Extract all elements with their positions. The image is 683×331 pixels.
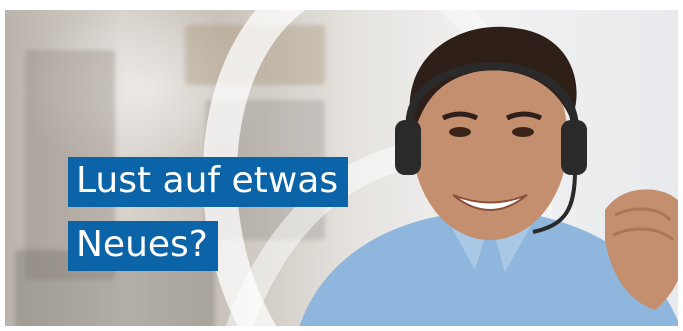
headline-line-2: Neues? bbox=[68, 221, 218, 271]
recruitment-banner[interactable]: Lust auf etwas Neues? bbox=[0, 0, 683, 331]
headline-line-1: Lust auf etwas bbox=[68, 157, 349, 207]
